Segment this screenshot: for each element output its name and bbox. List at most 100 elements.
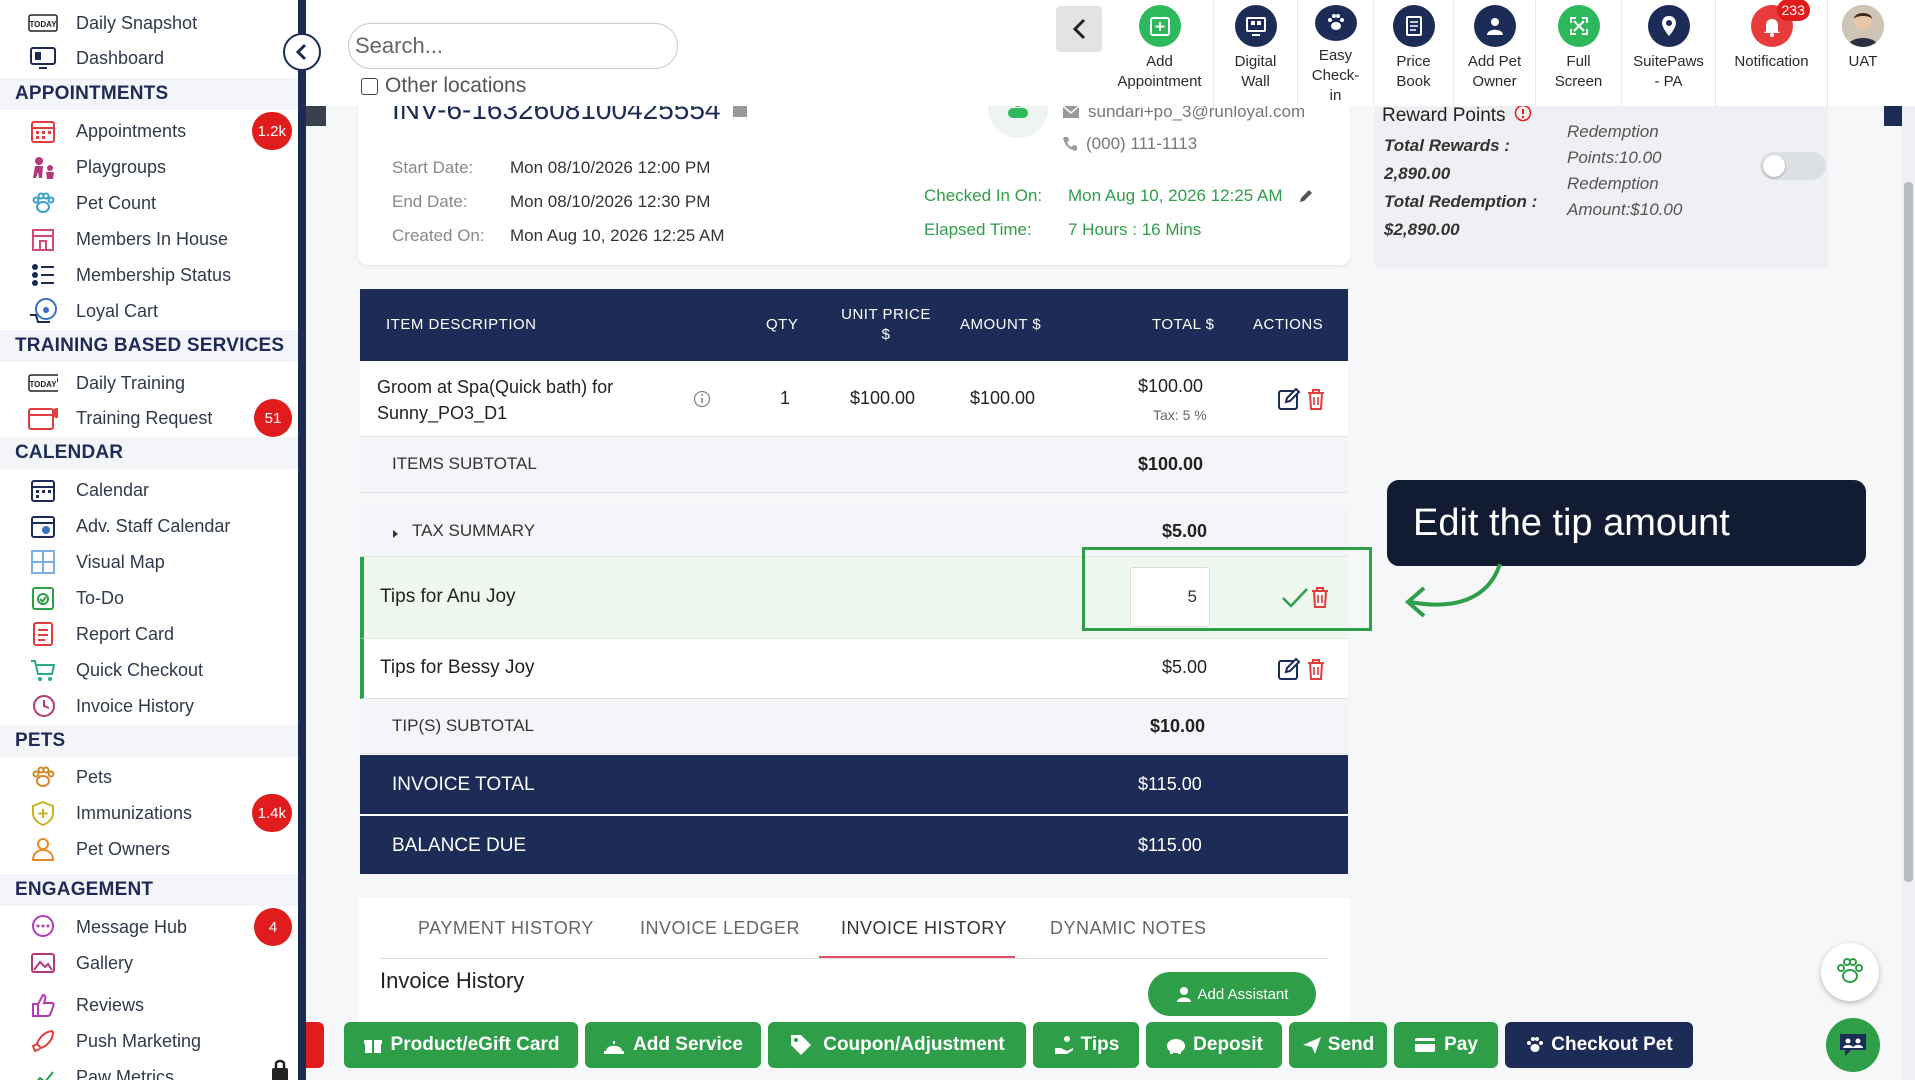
sidebar-item-visual-map[interactable]: Visual Map: [28, 545, 165, 579]
sidebar-item-invoice-history[interactable]: Invoice History: [28, 689, 194, 723]
support-chat-button[interactable]: [1826, 1018, 1880, 1072]
paw-helper-button[interactable]: [1821, 943, 1879, 1001]
dashboard-icon: [28, 44, 58, 72]
header-amount: AMOUNT $: [960, 316, 1042, 333]
sidebar-item-daily-training[interactable]: TODAY Daily Training: [28, 366, 185, 400]
sidebar-item-quick-checkout[interactable]: Quick Checkout: [28, 653, 203, 687]
tips-button[interactable]: Tips: [1033, 1022, 1139, 1068]
sidebar-item-reviews[interactable]: Reviews: [28, 988, 144, 1022]
sidebar-item-label: Gallery: [76, 952, 134, 973]
sidebar-item-to-do[interactable]: To-Do: [28, 581, 124, 615]
sidebar-item-push-marketing[interactable]: Push Marketing: [28, 1024, 201, 1058]
staff-calendar-icon: [28, 512, 58, 540]
toggle-knob: [1763, 155, 1785, 177]
scrollbar-thumb[interactable]: [1904, 182, 1913, 882]
toolbar-user[interactable]: UAT: [1828, 0, 1898, 106]
count-badge: 51: [254, 399, 292, 437]
house-icon: [28, 225, 58, 253]
sidebar-item-pets[interactable]: Pets: [28, 760, 112, 794]
search-input[interactable]: Search...: [348, 23, 678, 69]
sidebar-item-training-request[interactable]: Training Request 51: [28, 399, 298, 437]
item-tax: Tax: 5 %: [1153, 407, 1207, 423]
sidebar-item-message-hub[interactable]: Message Hub 4: [28, 908, 298, 946]
reward-points-panel: Reward Points Total Rewards : 2,890.00 T…: [1374, 100, 1828, 268]
section-header-training: TRAINING BASED SERVICES: [0, 330, 298, 362]
sidebar-item-label: Visual Map: [76, 551, 165, 572]
toolbar-add-appointment[interactable]: Add Appointment: [1106, 0, 1214, 106]
tutorial-callout: Edit the tip amount: [1387, 480, 1866, 566]
checkout-pet-button[interactable]: Checkout Pet: [1505, 1022, 1693, 1068]
balance-due-row: BALANCE DUE $115.00: [360, 814, 1348, 874]
toolbar-location[interactable]: SuitePaws - PA: [1622, 0, 1716, 106]
items-subtotal-label: ITEMS SUBTOTAL: [392, 454, 537, 473]
trash-icon[interactable]: [1305, 657, 1327, 686]
paw-icon: [28, 763, 58, 791]
info-icon[interactable]: [693, 390, 711, 413]
sidebar-item-label: Immunizations: [76, 802, 193, 823]
item-total: $100.00: [1138, 376, 1204, 396]
sidebar-edge: [298, 0, 306, 1080]
toolbar-easy-check-in[interactable]: Easy Check- in: [1298, 0, 1374, 106]
toolbar-full-screen[interactable]: Full Screen: [1536, 0, 1622, 106]
lock-icon: [268, 1058, 292, 1080]
sidebar-item-pet-owners[interactable]: Pet Owners: [28, 832, 170, 866]
red-action-button-partial[interactable]: [306, 1022, 324, 1068]
sidebar-item-immunizations[interactable]: Immunizations 1.4k: [28, 794, 298, 832]
invoice-total-label: INVOICE TOTAL: [392, 774, 535, 795]
add-service-button[interactable]: Add Service: [585, 1022, 761, 1068]
redemption-toggle[interactable]: [1760, 152, 1826, 180]
collapse-sidebar-button[interactable]: [283, 33, 321, 71]
toolbar-price-book[interactable]: Price Book: [1374, 0, 1454, 106]
item-qty: 1: [780, 388, 791, 408]
info-icon[interactable]: [1514, 104, 1532, 128]
sidebar-item-adv-staff-calendar[interactable]: Adv. Staff Calendar: [28, 509, 230, 543]
edit-pencil-icon[interactable]: [1298, 188, 1314, 209]
coupon-adjustment-button[interactable]: Coupon/Adjustment: [768, 1022, 1026, 1068]
pay-button[interactable]: Pay: [1394, 1022, 1498, 1068]
sidebar-item-calendar[interactable]: Calendar: [28, 473, 149, 507]
edit-icon[interactable]: [1277, 657, 1301, 686]
sidebar-item-report-card[interactable]: Report Card: [28, 617, 174, 651]
team-chat-icon: [1840, 1034, 1866, 1056]
add-assistant-button[interactable]: Add Assistant: [1148, 972, 1316, 1016]
sidebar-item-daily-snapshot[interactable]: TODAY Daily Snapshot: [28, 6, 197, 40]
other-locations-checkbox[interactable]: Other locations: [361, 74, 526, 98]
section-header-engagement: ENGAGEMENT: [0, 874, 298, 906]
sidebar-item-dashboard[interactable]: Dashboard: [28, 41, 164, 75]
elapsed-time-label: Elapsed Time:: [924, 220, 1032, 239]
back-button[interactable]: [1056, 6, 1102, 52]
sidebar-item-appointments[interactable]: Appointments 1.2k: [28, 112, 298, 150]
sidebar-item-pet-count[interactable]: Pet Count: [28, 186, 156, 220]
training-request-icon: [28, 404, 58, 432]
button-label: Pay: [1444, 1034, 1478, 1055]
tab-payment-history[interactable]: PAYMENT HISTORY: [418, 918, 594, 939]
items-subtotal-value: $100.00: [1138, 454, 1204, 474]
product-egift-card-button[interactable]: Product/eGift Card: [344, 1022, 578, 1068]
trash-icon[interactable]: [1305, 387, 1327, 416]
sidebar-item-gallery[interactable]: Gallery: [28, 946, 133, 980]
total-redemption-value: $2,890.00: [1384, 220, 1460, 239]
total-rewards-label: Total Rewards :: [1384, 136, 1510, 155]
scrollbar-track[interactable]: [1902, 106, 1915, 1080]
sidebar-item-label: Membership Status: [76, 264, 232, 285]
sidebar-item-membership-status[interactable]: Membership Status: [28, 258, 231, 292]
rocket-icon: [28, 1027, 58, 1055]
tab-invoice-history[interactable]: INVOICE HISTORY: [841, 918, 1007, 939]
toolbar-add-pet-owner[interactable]: Add Pet Owner: [1454, 0, 1536, 106]
tab-dynamic-notes[interactable]: DYNAMIC NOTES: [1050, 918, 1207, 939]
calendar-grid-icon: [28, 117, 58, 145]
sidebar-item-loyal-cart[interactable]: Loyal Cart: [28, 294, 158, 328]
toolbar-notification[interactable]: 233 Notification: [1716, 0, 1828, 106]
sidebar-item-paw-metrics[interactable]: Paw Metrics: [28, 1060, 174, 1080]
sidebar-item-members-in-house[interactable]: Members In House: [28, 222, 228, 256]
edit-icon[interactable]: [1277, 387, 1301, 416]
checked-in-label: Checked In On:: [924, 186, 1043, 205]
sidebar-item-playgroups[interactable]: Playgroups: [28, 150, 166, 184]
notification-badge: 233: [1776, 0, 1810, 21]
send-button[interactable]: Send: [1289, 1022, 1387, 1068]
tab-invoice-ledger[interactable]: INVOICE LEDGER: [640, 918, 800, 939]
paw-icon: [1527, 1037, 1544, 1052]
toolbar-digital-wall[interactable]: Digital Wall: [1214, 0, 1298, 106]
created-on: Mon Aug 10, 2026 12:25 AM: [510, 226, 725, 245]
deposit-button[interactable]: Deposit: [1146, 1022, 1282, 1068]
